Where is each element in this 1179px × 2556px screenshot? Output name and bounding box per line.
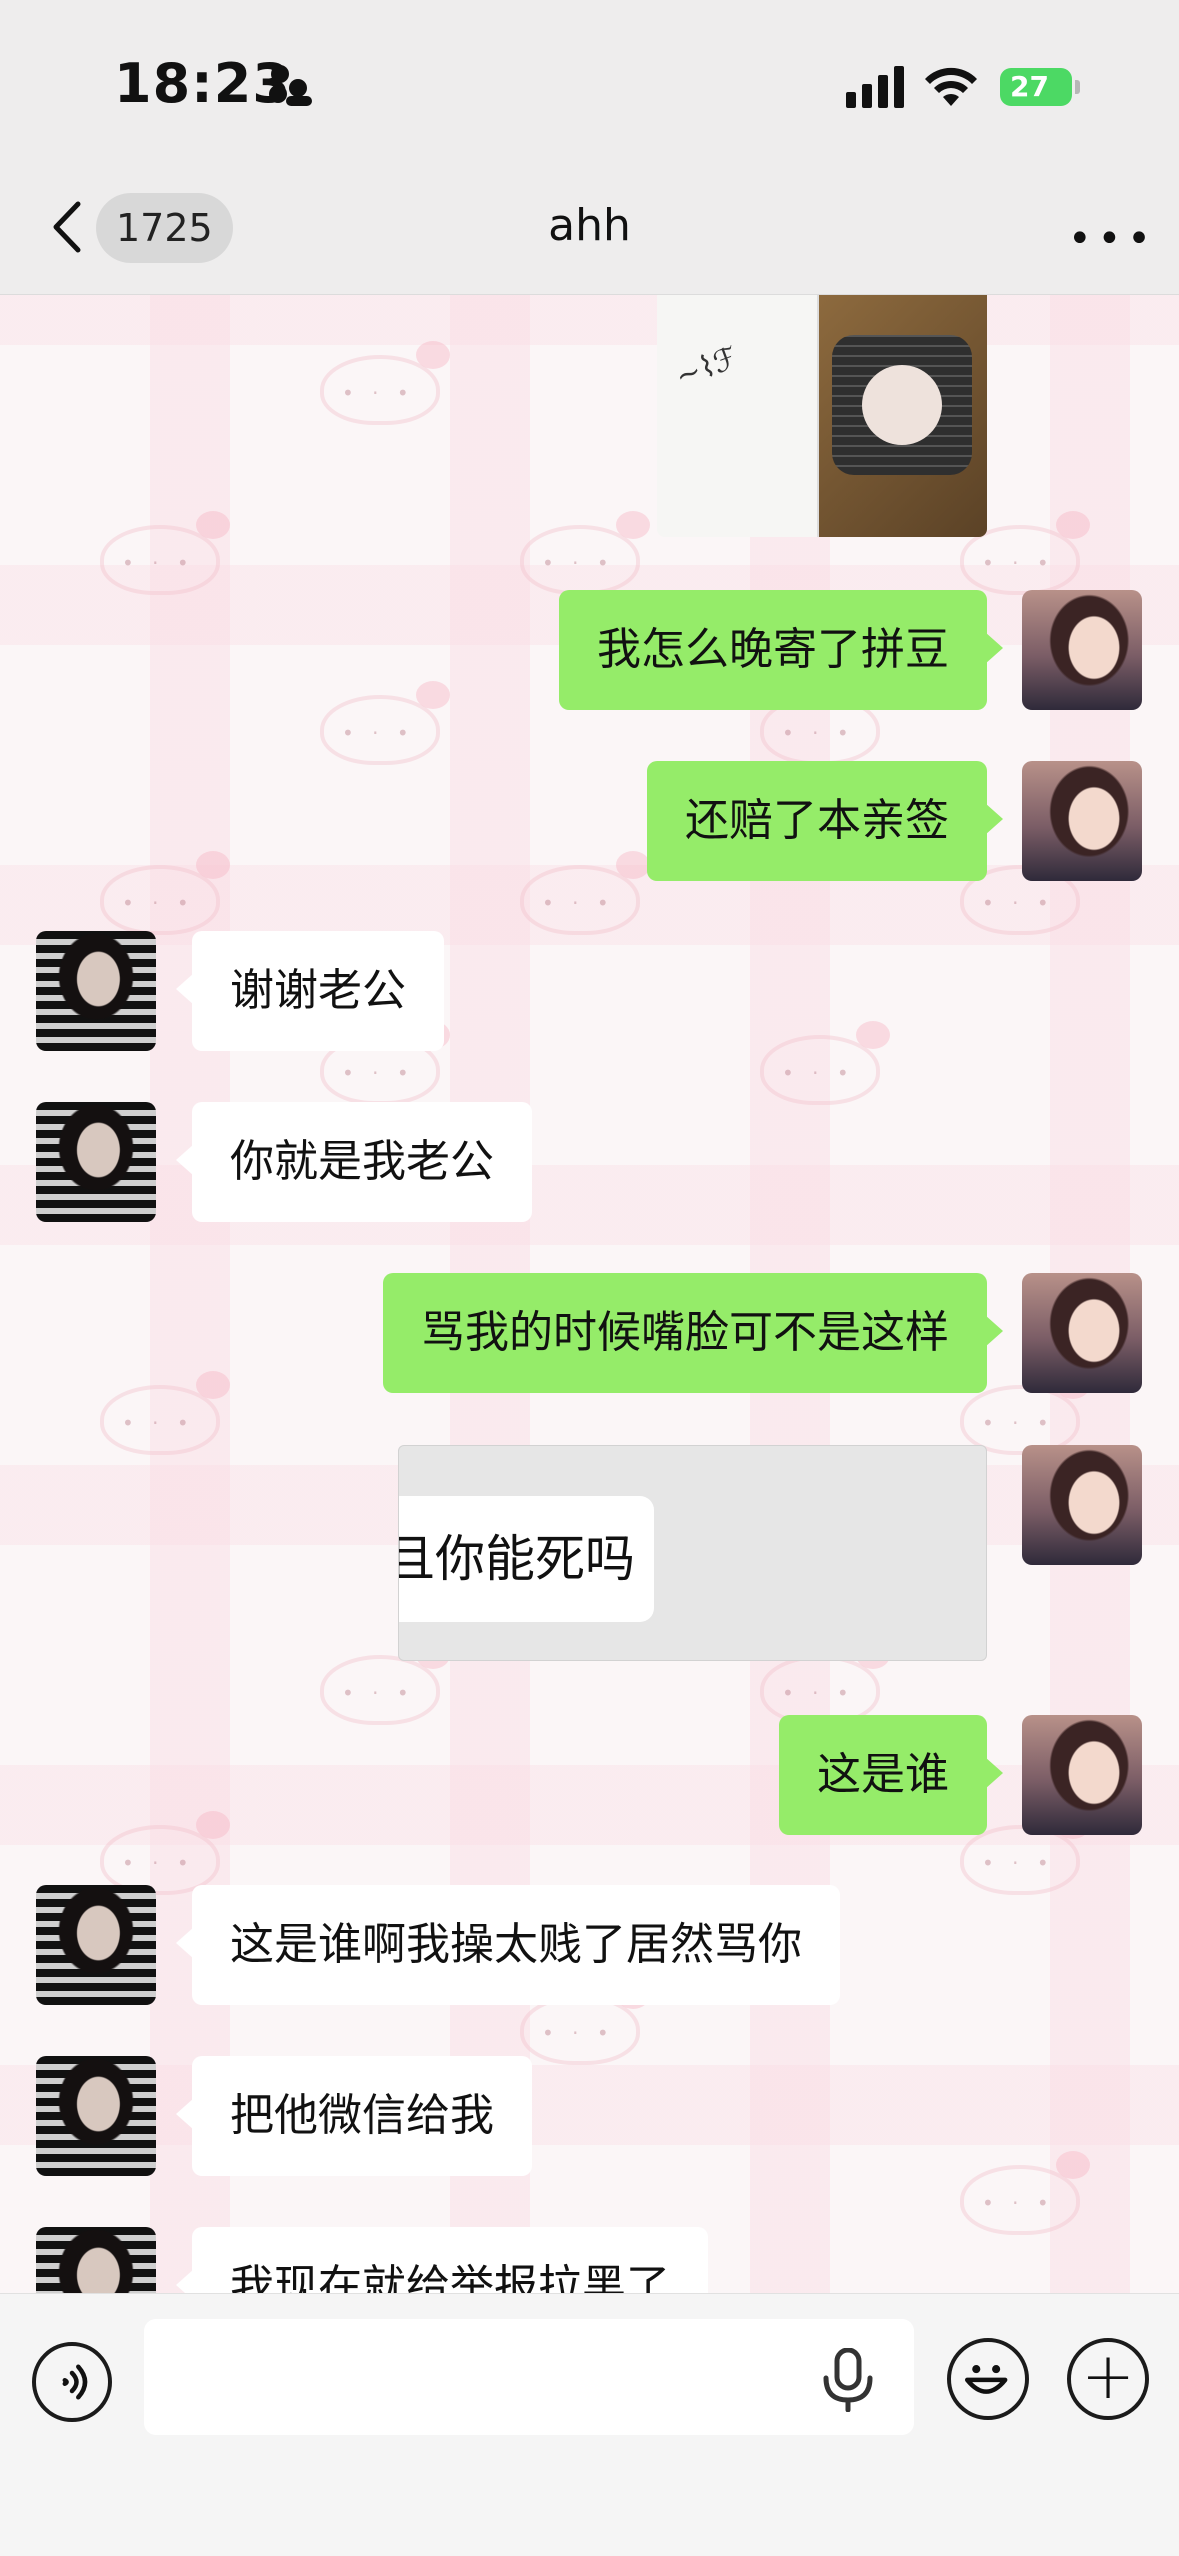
chat-header: 1725 ahh ••• bbox=[0, 160, 1179, 295]
contact-avatar[interactable] bbox=[36, 1102, 156, 1222]
contact-avatar[interactable] bbox=[36, 2056, 156, 2176]
voice-icon[interactable] bbox=[32, 2342, 112, 2422]
contact-avatar[interactable] bbox=[36, 931, 156, 1051]
my-avatar[interactable] bbox=[1022, 761, 1142, 881]
input-bar: + bbox=[0, 2293, 1179, 2556]
signal-icon bbox=[846, 66, 904, 108]
screenshot-message[interactable]: 且你能死吗 bbox=[398, 1445, 987, 1661]
my-avatar[interactable] bbox=[1022, 1273, 1142, 1393]
contact-avatar[interactable] bbox=[36, 2227, 156, 2293]
battery-charging-icon: 27 bbox=[1000, 68, 1080, 106]
battery-level: 27 bbox=[1010, 70, 1049, 103]
outgoing-message[interactable]: 这是谁 bbox=[779, 1715, 1003, 1835]
photo-message[interactable]: ~⌇ℱ bbox=[657, 295, 987, 537]
emoji-icon[interactable] bbox=[947, 2338, 1029, 2420]
outgoing-message[interactable]: 还赔了本亲签 bbox=[647, 761, 1003, 881]
incoming-message[interactable]: 这是谁啊我操太贱了居然骂你 bbox=[176, 1885, 840, 2005]
mic-icon[interactable] bbox=[820, 2348, 876, 2412]
incoming-message[interactable]: 把他微信给我 bbox=[176, 2056, 532, 2176]
bead-art-face bbox=[862, 365, 942, 445]
message-list[interactable]: ~⌇ℱ 我怎么晚寄了拼豆 还赔了本亲签 谢谢老公 你就是我老公 骂我的时候嘴脸可… bbox=[0, 295, 1179, 2293]
my-avatar[interactable] bbox=[1022, 1715, 1142, 1835]
incoming-message[interactable]: 我现在就给举报拉黑了 bbox=[176, 2227, 708, 2293]
incoming-message[interactable]: 你就是我老公 bbox=[176, 1102, 532, 1222]
photo-paper: ~⌇ℱ bbox=[657, 295, 819, 537]
message-input[interactable] bbox=[144, 2319, 914, 2435]
my-avatar[interactable] bbox=[1022, 590, 1142, 710]
outgoing-message[interactable]: 骂我的时候嘴脸可不是这样 bbox=[383, 1273, 1003, 1393]
wifi-icon bbox=[925, 67, 977, 106]
app-activity-icon bbox=[269, 65, 312, 106]
status-bar: 18:23 27 bbox=[0, 0, 1179, 160]
more-options-icon[interactable]: ••• bbox=[1068, 216, 1157, 262]
chat-title: ahh bbox=[548, 200, 631, 251]
my-avatar[interactable] bbox=[1022, 1445, 1142, 1565]
screenshot-text: 且你能死吗 bbox=[399, 1496, 654, 1622]
plus-icon[interactable]: + bbox=[1067, 2338, 1149, 2420]
incoming-message[interactable]: 谢谢老公 bbox=[176, 931, 444, 1051]
contact-avatar[interactable] bbox=[36, 1885, 156, 2005]
signature-mark: ~⌇ℱ bbox=[670, 340, 743, 395]
outgoing-message[interactable]: 我怎么晚寄了拼豆 bbox=[559, 590, 1003, 710]
